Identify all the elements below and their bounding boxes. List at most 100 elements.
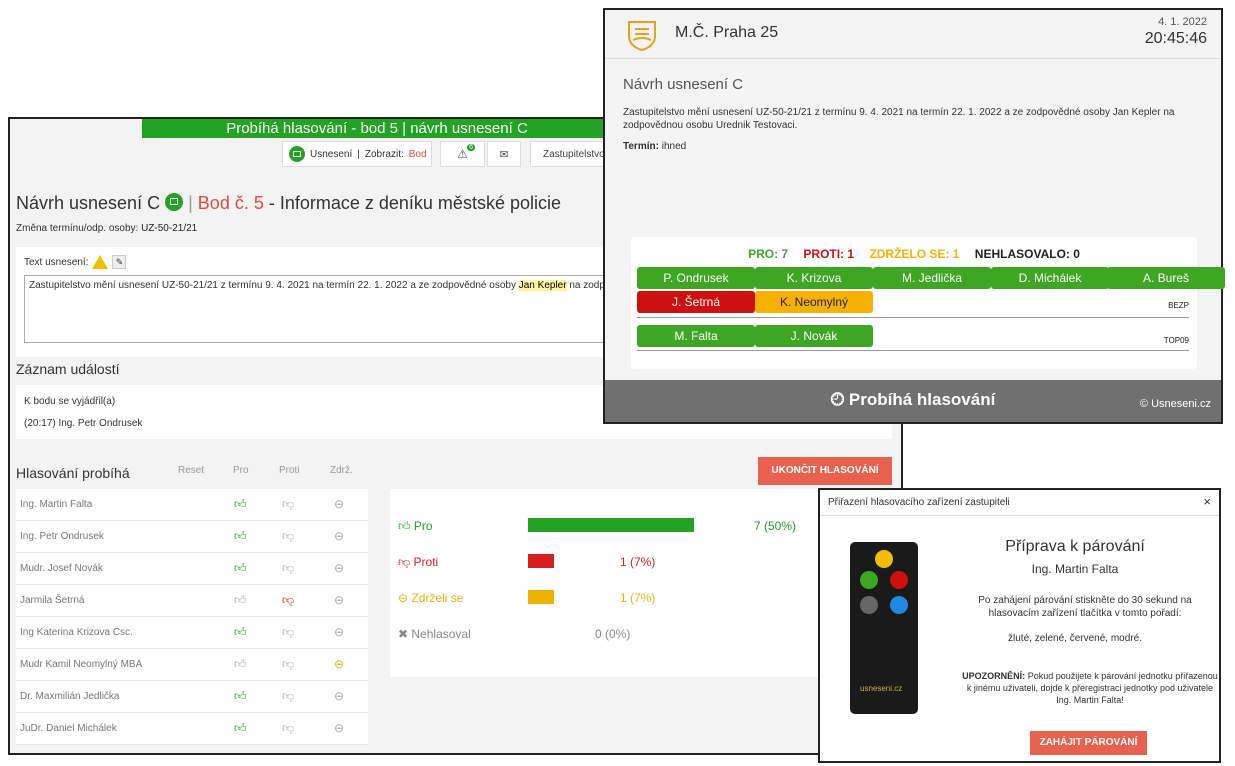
modal-warning-label: UPOZORNĚNÍ:: [962, 671, 1026, 681]
thumbs-down-icon[interactable]: 👎︎: [282, 625, 294, 640]
group-label: BEZP: [1168, 301, 1189, 310]
voter-row: Dr. Maxmilián Jedlička 👍︎ 👎︎ ⊖: [16, 681, 368, 713]
modal-button-order: žluté, zelené, červené, modré.: [1008, 633, 1142, 644]
voter-row: JuDr. Daniel Michálek 👍︎ 👎︎ ⊖: [16, 713, 368, 745]
events-heading: Záznam událostí: [16, 361, 120, 377]
remote-logo: usneseni.cz: [860, 684, 903, 693]
minus-circle-icon[interactable]: ⊖: [334, 529, 344, 543]
thumbs-down-icon[interactable]: 👎︎: [282, 561, 294, 576]
result-bar: [528, 518, 694, 532]
subtitle: Změna termínu/odp. osoby: UZ-50-21/21: [16, 223, 197, 234]
subtitle-label: Změna termínu/odp. osoby:: [16, 223, 139, 234]
voter-chip: K. Krizova: [755, 267, 873, 289]
thumbs-up-icon[interactable]: 👍︎: [234, 625, 247, 640]
green-button-icon: [860, 571, 878, 589]
voter-row: Jarmila Šetrná 👍︎ 👎︎ ⊖: [16, 585, 368, 617]
voter-chip: P. Ondrusek: [637, 267, 755, 289]
warnings-button[interactable]: ⚠ 6: [440, 141, 485, 167]
voter-row: Mudr. Josef Novák 👍︎ 👎︎ ⊖: [16, 553, 368, 585]
thumbs-up-icon[interactable]: 👍︎: [234, 721, 247, 736]
results-panel: 👍︎ Pro 7 (50%) 👎︎ Proti 1 (7%) ⊖ Zdrželi se 1…: [390, 489, 830, 677]
voting-banner: Probíhá hlasování - bod 5 | návrh usnese…: [142, 119, 612, 138]
col-pro-header: Pro: [233, 465, 249, 476]
minus-circle-icon: ⊖: [398, 591, 412, 605]
footer-status: 🕘︎ Probíhá hlasování: [605, 390, 1221, 410]
group-separator: [637, 350, 1189, 351]
mail-button[interactable]: ✉: [487, 141, 521, 167]
monitor-icon[interactable]: [165, 193, 184, 211]
result-label-text: Zdrželi se: [411, 591, 464, 605]
term-label: Termín:: [623, 141, 659, 152]
stat-zdrz: ZDRŽELO SE: 1: [869, 247, 960, 261]
thumbs-down-icon[interactable]: 👎︎: [282, 593, 294, 608]
projector-heading: Návrh usnesení C: [623, 76, 744, 93]
yellow-button-icon: [875, 550, 893, 568]
voter-name: Ing. Martin Falta: [20, 499, 93, 510]
stat-pro: PRO: 7: [748, 247, 789, 261]
voter-chip: J. Šetrná: [637, 291, 755, 313]
resolution-text-part: Zastupitelstvo mění usnesení UZ-50-21/21…: [29, 280, 519, 291]
thumbs-down-icon[interactable]: 👎︎: [282, 497, 294, 512]
thumbs-up-icon[interactable]: 👍︎: [234, 497, 247, 512]
usneseni-toolbar-button[interactable]: Usnesení | Zobrazit: Bod: [282, 141, 432, 167]
close-icon[interactable]: ×: [1203, 494, 1211, 509]
thumbs-up-icon[interactable]: 👍︎: [234, 529, 247, 544]
thumbs-down-icon[interactable]: 👎︎: [282, 657, 294, 672]
minus-circle-icon[interactable]: ⊖: [334, 657, 344, 671]
usneseni-label: Usnesení: [310, 148, 353, 160]
pencil-icon[interactable]: ✎: [112, 255, 127, 269]
end-voting-button[interactable]: UKONČIT HLASOVÁNÍ: [758, 457, 892, 485]
resolution-text-area[interactable]: Zastupitelstvo mění usnesení UZ-50-21/21…: [24, 275, 604, 343]
city-name: M.Č. Praha 25: [675, 24, 779, 41]
group-separator: [637, 317, 1189, 318]
projector-text: Zastupitelstvo mění usnesení UZ-50-21/21…: [623, 107, 1175, 131]
voter-chip: M. Jedlička: [873, 267, 991, 289]
thumbs-down-icon: 👎︎: [398, 555, 414, 569]
header-divider: [605, 58, 1221, 59]
resolution-text-part: na zodpovědnou osobu: [569, 280, 603, 291]
vote-stats: PRO: 7 PROTI: 1 ZDRŽELO SE: 1 NEHLASOVAL…: [631, 247, 1197, 261]
voter-name: Mudr. Josef Novák: [20, 563, 103, 574]
grey-button-icon: [860, 596, 878, 614]
minus-circle-icon[interactable]: ⊖: [334, 561, 344, 575]
modal-divider: [820, 515, 1219, 516]
city-emblem-icon: [628, 21, 656, 52]
voters-table: Ing. Martin Falta 👍︎ 👎︎ ⊖ Ing. Petr Ondrusek…: [16, 489, 368, 745]
date-display: 4. 1. 2022: [1158, 16, 1207, 28]
minus-circle-icon[interactable]: ⊖: [334, 497, 344, 511]
title-suffix: - Informace z deníku městské policie: [268, 193, 561, 213]
group-label: TOP09: [1163, 336, 1189, 345]
thumbs-up-icon[interactable]: 👍︎: [234, 689, 247, 704]
minus-circle-icon[interactable]: ⊖: [334, 593, 344, 607]
voter-name: Jarmila Šetrná: [20, 595, 85, 606]
voter-row: Mudr Kamil Neomylný MBA 👍︎ 👎︎ ⊖: [16, 649, 368, 681]
thumbs-up-icon[interactable]: 👍︎: [234, 561, 247, 576]
thumbs-down-icon[interactable]: 👎︎: [282, 689, 294, 704]
thumbs-up-icon[interactable]: 👍︎: [234, 593, 247, 608]
result-label: ⊖ Zdrželi se: [398, 591, 463, 605]
voter-row: Ing. Martin Falta 👍︎ 👎︎ ⊖: [16, 489, 368, 521]
voter-chip: A. Bureš: [1107, 267, 1225, 289]
minus-circle-icon[interactable]: ⊖: [334, 721, 344, 735]
modal-title: Příprava k párování: [1005, 538, 1145, 555]
projector-results: PRO: 7 PROTI: 1 ZDRŽELO SE: 1 NEHLASOVAL…: [631, 237, 1225, 369]
thumbs-down-icon[interactable]: 👎︎: [282, 721, 294, 736]
minus-circle-icon[interactable]: ⊖: [334, 625, 344, 639]
voter-chip: K. Neomylný: [755, 291, 873, 313]
voting-heading: Hlasování probíhá: [16, 465, 130, 481]
thumbs-down-icon[interactable]: 👎︎: [282, 529, 294, 544]
modal-header: Přiřazení hlasovacího zařízení zastupite…: [828, 497, 1010, 508]
result-label: ✖ Nehlasoval: [398, 627, 471, 641]
result-bar: [528, 590, 554, 604]
thumbs-up-icon[interactable]: 👍︎: [234, 657, 247, 672]
toolbar-separator: |: [357, 148, 360, 160]
subtitle-value: UZ-50-21/21: [141, 223, 198, 234]
start-pairing-button[interactable]: ZAHÁJIT PÁROVÁNÍ: [1030, 731, 1147, 755]
voter-name: Mudr Kamil Neomylný MBA: [20, 659, 143, 670]
zobrazit-value: Bod: [408, 148, 427, 160]
term-line: Termín: ihned: [623, 141, 686, 152]
modal-instructions: Po zahájení párování stiskněte do 30 sek…: [978, 595, 1192, 619]
pairing-modal: Přiřazení hlasovacího zařízení zastupite…: [818, 488, 1221, 763]
result-label-text: Pro: [413, 519, 433, 533]
minus-circle-icon[interactable]: ⊖: [334, 689, 344, 703]
